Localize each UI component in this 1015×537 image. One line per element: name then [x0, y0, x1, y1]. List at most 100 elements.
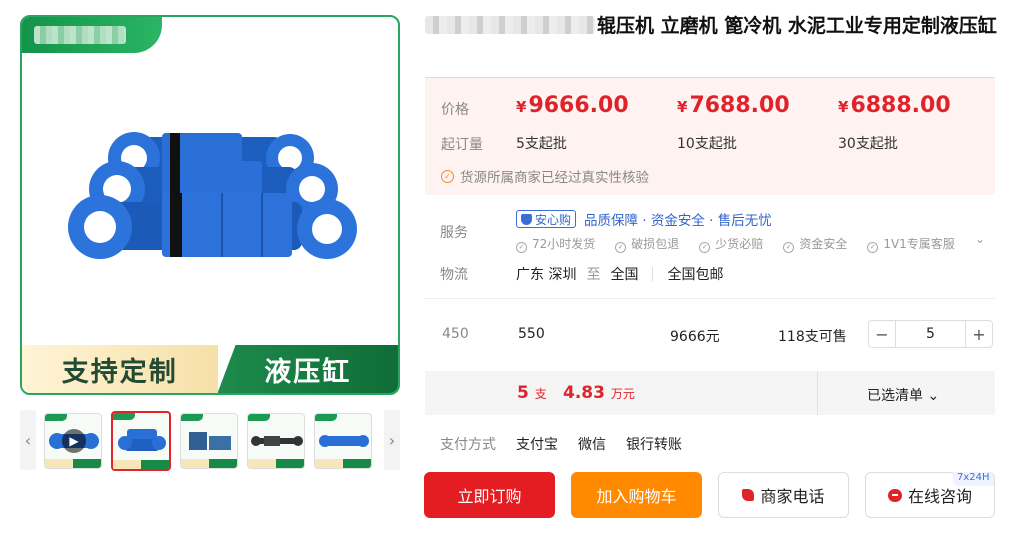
- payment-alipay: 支付宝: [516, 437, 558, 453]
- divider: [425, 298, 995, 299]
- merchant-phone-button[interactable]: 商家电话: [718, 472, 849, 518]
- thumbnail-strip: ‹ ▶ ›: [20, 410, 400, 472]
- service-item: ✓ 1V1专属客服: [867, 235, 955, 253]
- banner-custom-text: 支持定制: [22, 345, 218, 393]
- sku-row: 450 550 9666元 118支可售 − 5 +: [425, 318, 995, 352]
- service-items: ✓ 72小时发货 ✓ 破损包退 ✓ 少货必赔 ✓ 资金安全 ✓ 1V1专属客服: [516, 235, 955, 253]
- buy-now-button[interactable]: 立即订购: [424, 472, 555, 518]
- play-icon: ▶: [62, 429, 86, 453]
- increment-button[interactable]: +: [966, 321, 992, 347]
- moq-tier-2: 10支起批: [677, 136, 737, 152]
- banner-category-text: 液压缸: [217, 345, 398, 393]
- ship-to[interactable]: 全国: [610, 264, 638, 284]
- main-product-image[interactable]: 支持定制 液压缸: [20, 15, 400, 395]
- moq-tier-1: 5支起批: [516, 136, 567, 152]
- total-amount-value: 4.83: [563, 383, 605, 403]
- sku-spec: 450: [442, 326, 469, 342]
- thumb-banner: [45, 459, 101, 468]
- currency-symbol: ¥: [838, 98, 849, 116]
- verification-note: ✓ 货源所属商家已经过真实性核验: [441, 166, 649, 186]
- payment-label: 支付方式: [440, 437, 496, 453]
- thumbnail-active[interactable]: [111, 411, 171, 471]
- divider: [817, 371, 818, 415]
- price-value: 6888.00: [850, 93, 951, 118]
- shield-icon: [521, 213, 532, 225]
- thumbnail-4[interactable]: [247, 413, 305, 469]
- verified-check-icon: ✓: [441, 169, 454, 183]
- phone-icon: [742, 489, 755, 501]
- thumb-banner: [248, 459, 304, 468]
- check-circle-icon: ✓: [867, 242, 879, 253]
- service-hours-badge: 7x24H: [953, 472, 994, 486]
- blurred-store-logo: [34, 26, 126, 44]
- service-headline: 品质保障 · 资金安全 · 售后无忧: [584, 213, 772, 229]
- add-to-cart-button[interactable]: 加入购物车: [571, 472, 702, 518]
- decrement-button[interactable]: −: [869, 321, 895, 347]
- service-item-text: 资金安全: [799, 237, 848, 251]
- thumbnail-5[interactable]: [314, 413, 372, 469]
- divider: [652, 267, 654, 281]
- thumb-next-button[interactable]: ›: [384, 410, 400, 470]
- price-value: 9666.00: [528, 93, 629, 118]
- badge-text: 安心购: [535, 212, 572, 227]
- total-quantity-value: 5: [517, 383, 529, 403]
- total-quantity: 5 支: [517, 383, 547, 403]
- order-summary-bar: 5 支 4.83 万元 已选清单 ⌄: [425, 371, 995, 415]
- ship-from[interactable]: 广东 深圳: [516, 264, 576, 284]
- verification-text: 货源所属商家已经过真实性核验: [460, 170, 649, 186]
- thumb-banner: [315, 459, 371, 468]
- currency-symbol: ¥: [677, 98, 688, 116]
- price-tier-1: ¥9666.00: [516, 93, 629, 118]
- selected-list-toggle[interactable]: 已选清单 ⌄: [867, 385, 939, 405]
- anxingou-badge: 安心购: [516, 210, 577, 228]
- quantity-input[interactable]: 5: [895, 321, 966, 347]
- chevron-right-icon: ›: [388, 430, 396, 450]
- payment-methods: 支付方式 支付宝 微信 银行转账: [440, 434, 682, 454]
- chevron-left-icon: ‹: [24, 430, 32, 450]
- shipping-policy: 全国包邮: [667, 267, 724, 283]
- product-title-text: 辊压机 立磨机 篦冷机 水泥工业专用定制液压缸: [597, 15, 997, 37]
- service-item: ✓ 破损包退: [615, 235, 679, 253]
- blurred-brand-name: [425, 16, 595, 34]
- thumbnail-video[interactable]: ▶: [44, 413, 102, 469]
- service-item: ✓ 72小时发货: [516, 235, 595, 253]
- thumb-prev-button[interactable]: ‹: [20, 410, 36, 470]
- total-quantity-unit: 支: [534, 387, 547, 401]
- sku-stock: 118支可售: [778, 329, 847, 345]
- total-amount: 4.83 万元: [563, 383, 635, 403]
- service-item: ✓ 少货必赔: [699, 235, 763, 253]
- check-circle-icon: ✓: [516, 242, 527, 253]
- sku-price: 9666元: [670, 329, 720, 345]
- service-label: 服务: [440, 225, 468, 241]
- product-page: 支持定制 液压缸 ‹ ▶ › 辊压机 立磨机 篦冷机 水泥工业专用定制液压缸 价…: [0, 0, 1015, 537]
- service-item-text: 破损包退: [631, 237, 680, 251]
- ship-to-word: 至: [586, 267, 601, 283]
- service-item-text: 1V1专属客服: [883, 237, 955, 251]
- product-title: 辊压机 立磨机 篦冷机 水泥工业专用定制液压缸: [425, 12, 1000, 40]
- service-guarantee[interactable]: 安心购 品质保障 · 资金安全 · 售后无忧: [516, 209, 772, 229]
- image-banner: 支持定制 液压缸: [22, 345, 398, 393]
- payment-wechat: 微信: [578, 437, 606, 453]
- currency-symbol: ¥: [516, 98, 527, 116]
- price-panel: 价格 起订量 ¥9666.00 ¥7688.00 ¥6888.00 5支起批 1…: [425, 77, 995, 195]
- price-label: 价格: [441, 102, 469, 118]
- sku-size: 550: [518, 326, 545, 342]
- thumb-banner: [181, 459, 237, 468]
- thumb-banner: [113, 460, 169, 469]
- logistics-info: 广东 深圳 至 全国 全国包邮: [516, 264, 723, 284]
- chat-icon: [887, 488, 902, 502]
- online-chat-label: 在线咨询: [907, 487, 972, 506]
- service-item-text: 72小时发货: [532, 237, 596, 251]
- logistics-label: 物流: [440, 267, 468, 283]
- check-circle-icon: ✓: [783, 242, 795, 253]
- hydraulic-cylinder-image: [68, 132, 357, 259]
- service-item: ✓ 资金安全: [783, 235, 847, 253]
- price-tier-2: ¥7688.00: [677, 93, 790, 118]
- quantity-stepper: − 5 +: [868, 320, 993, 348]
- moq-label: 起订量: [441, 137, 483, 153]
- price-tier-3: ¥6888.00: [838, 93, 951, 118]
- chevron-down-icon[interactable]: ⌄: [975, 232, 985, 246]
- check-circle-icon: ✓: [699, 242, 711, 253]
- total-amount-unit: 万元: [610, 387, 635, 401]
- thumbnail-3[interactable]: [180, 413, 238, 469]
